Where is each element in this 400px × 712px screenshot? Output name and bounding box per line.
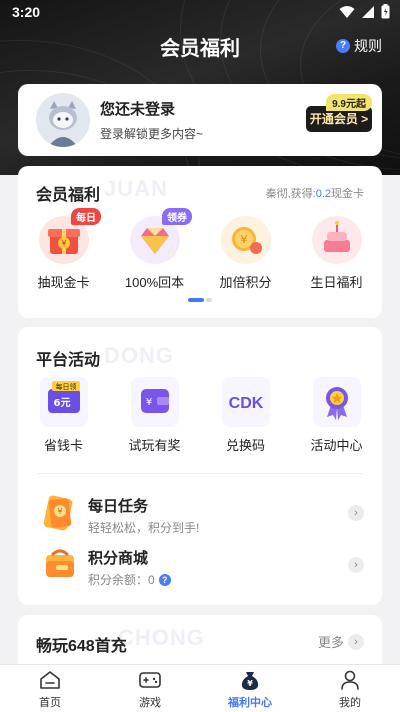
daily-task-row[interactable]: ¥ 每日任务 轻轻松松，积分到手! › <box>36 493 364 539</box>
login-subtitle: 登录解锁更多内容~ <box>100 127 204 141</box>
tab-label: 福利中心 <box>228 697 272 709</box>
tab-home[interactable]: 首页 <box>0 665 100 712</box>
earned-value: 0.2 <box>315 188 331 200</box>
login-card[interactable]: 您还未登录 登录解锁更多内容~ 开通会员 > 9.9元起 <box>18 84 382 156</box>
chevron-right-icon: › <box>348 633 364 650</box>
activity-item-activity-center[interactable]: 活动中心 <box>291 375 382 454</box>
chevron-right-icon[interactable]: › <box>348 557 364 573</box>
svg-text:¥: ¥ <box>240 233 247 246</box>
home-icon <box>40 671 60 689</box>
tab-mine[interactable]: 我的 <box>300 665 400 712</box>
earned-info: 秦彻,获得:0.2现金卡 <box>266 185 364 201</box>
row-title: 积分商城 <box>88 550 149 567</box>
more-button[interactable]: 更多 › <box>318 632 364 651</box>
benefit-item-birthday[interactable]: 生日福利 <box>291 212 382 291</box>
battery-icon <box>381 4 390 19</box>
tab-games[interactable]: 游戏 <box>100 665 200 712</box>
coupon-icon: ¥ <box>43 495 73 531</box>
benefit-label: 生日福利 <box>310 275 363 290</box>
wallet-icon: ¥ <box>130 377 179 427</box>
activity-label: 兑换码 <box>225 438 265 453</box>
status-time: 3:20 <box>12 4 41 20</box>
tab-welfare-center[interactable]: ¥ 福利中心 <box>200 665 300 712</box>
watermark-text: JUAN <box>104 176 168 201</box>
points-mall-row[interactable]: 积分商城 积分余额：0 ? › <box>36 545 364 591</box>
bottom-tab-bar: 首页 游戏 ¥ 福利中心 我的 <box>0 664 400 712</box>
activity-item-redeem-code[interactable]: CDK 兑换码 <box>200 375 291 454</box>
watermark-text: DONG <box>104 343 174 368</box>
saving-card-icon: 每日领 6元 <box>39 377 88 427</box>
coupon-badge: 领券 <box>162 208 192 225</box>
cdk-icon: CDK <box>221 377 270 427</box>
money-bag-icon: ¥ <box>241 672 259 690</box>
carousel-indicator <box>188 298 212 302</box>
shopping-bag-icon <box>46 549 74 577</box>
status-bar: 3:20 <box>0 0 400 24</box>
activity-item-saving-card[interactable]: 每日领 6元 省钱卡 <box>18 375 109 454</box>
row-title: 每日任务 <box>88 498 149 515</box>
activity-label: 试玩有奖 <box>128 438 181 453</box>
platform-activities-title: 平台活动 <box>36 352 101 369</box>
daily-badge: 每日 <box>71 208 101 225</box>
tab-label: 我的 <box>339 697 361 709</box>
birthday-cake-icon <box>311 216 362 264</box>
svg-text:¥: ¥ <box>247 679 253 688</box>
benefit-item-cash-card[interactable]: ¥ 每日 抽现金卡 <box>18 208 109 291</box>
rules-label: 规则 <box>354 38 382 54</box>
divider <box>36 473 364 474</box>
wifi-icon <box>339 5 355 18</box>
benefit-label: 100%回本 <box>124 275 185 290</box>
more-label: 更多 <box>317 635 344 650</box>
earned-prefix: 秦彻,获得: <box>265 188 316 200</box>
signal-icon <box>362 5 374 18</box>
vip-price-tag: 9.9元起 <box>326 94 372 111</box>
coins-icon: ¥ <box>220 216 271 264</box>
chevron-right-icon[interactable]: › <box>348 505 364 521</box>
benefit-label: 加倍积分 <box>219 275 272 290</box>
benefit-label: 抽现金卡 <box>37 275 90 290</box>
member-benefits-title: 会员福利 <box>36 187 101 204</box>
login-title: 您还未登录 <box>100 101 176 118</box>
svg-text:CDK: CDK <box>228 395 263 412</box>
activity-item-trial-reward[interactable]: ¥ 试玩有奖 <box>109 375 200 454</box>
svg-text:¥: ¥ <box>61 239 66 248</box>
user-icon <box>341 670 359 690</box>
default-avatar-icon <box>36 93 90 147</box>
avatar[interactable] <box>36 93 90 147</box>
tab-label: 游戏 <box>139 697 161 709</box>
benefit-item-full-refund[interactable]: 领券 100%回本 <box>109 208 200 291</box>
svg-text:¥: ¥ <box>57 507 62 516</box>
platform-activities-card: DONG 平台活动 每日领 6元 省钱卡 ¥ 试玩有奖 CDK 兑换码 活动中心… <box>18 327 382 605</box>
rules-button[interactable]: ? 规则 <box>336 36 382 56</box>
row-subtitle: 积分余额：0 ? <box>88 571 171 588</box>
member-benefits-card: JUAN 会员福利 秦彻,获得:0.2现金卡 ¥ 每日 抽现金卡 领券 100%… <box>18 166 382 318</box>
question-icon[interactable]: ? <box>158 573 171 586</box>
activity-label: 省钱卡 <box>43 438 83 453</box>
first-recharge-title: 畅玩648首充 <box>36 638 127 655</box>
svg-text:6元: 6元 <box>53 397 70 409</box>
tab-label: 首页 <box>39 697 61 709</box>
question-icon: ? <box>336 39 350 53</box>
medal-icon <box>312 377 361 427</box>
row-subtitle: 轻轻松松，积分到手! <box>88 521 200 535</box>
watermark-text: CHONG <box>118 625 205 650</box>
svg-text:每日领: 每日领 <box>55 382 76 391</box>
benefit-item-double-points[interactable]: ¥ 加倍积分 <box>200 212 291 291</box>
earned-suffix: 现金卡 <box>331 188 364 200</box>
svg-text:¥: ¥ <box>145 397 151 408</box>
gamepad-icon <box>139 672 161 688</box>
activity-label: 活动中心 <box>310 438 363 453</box>
